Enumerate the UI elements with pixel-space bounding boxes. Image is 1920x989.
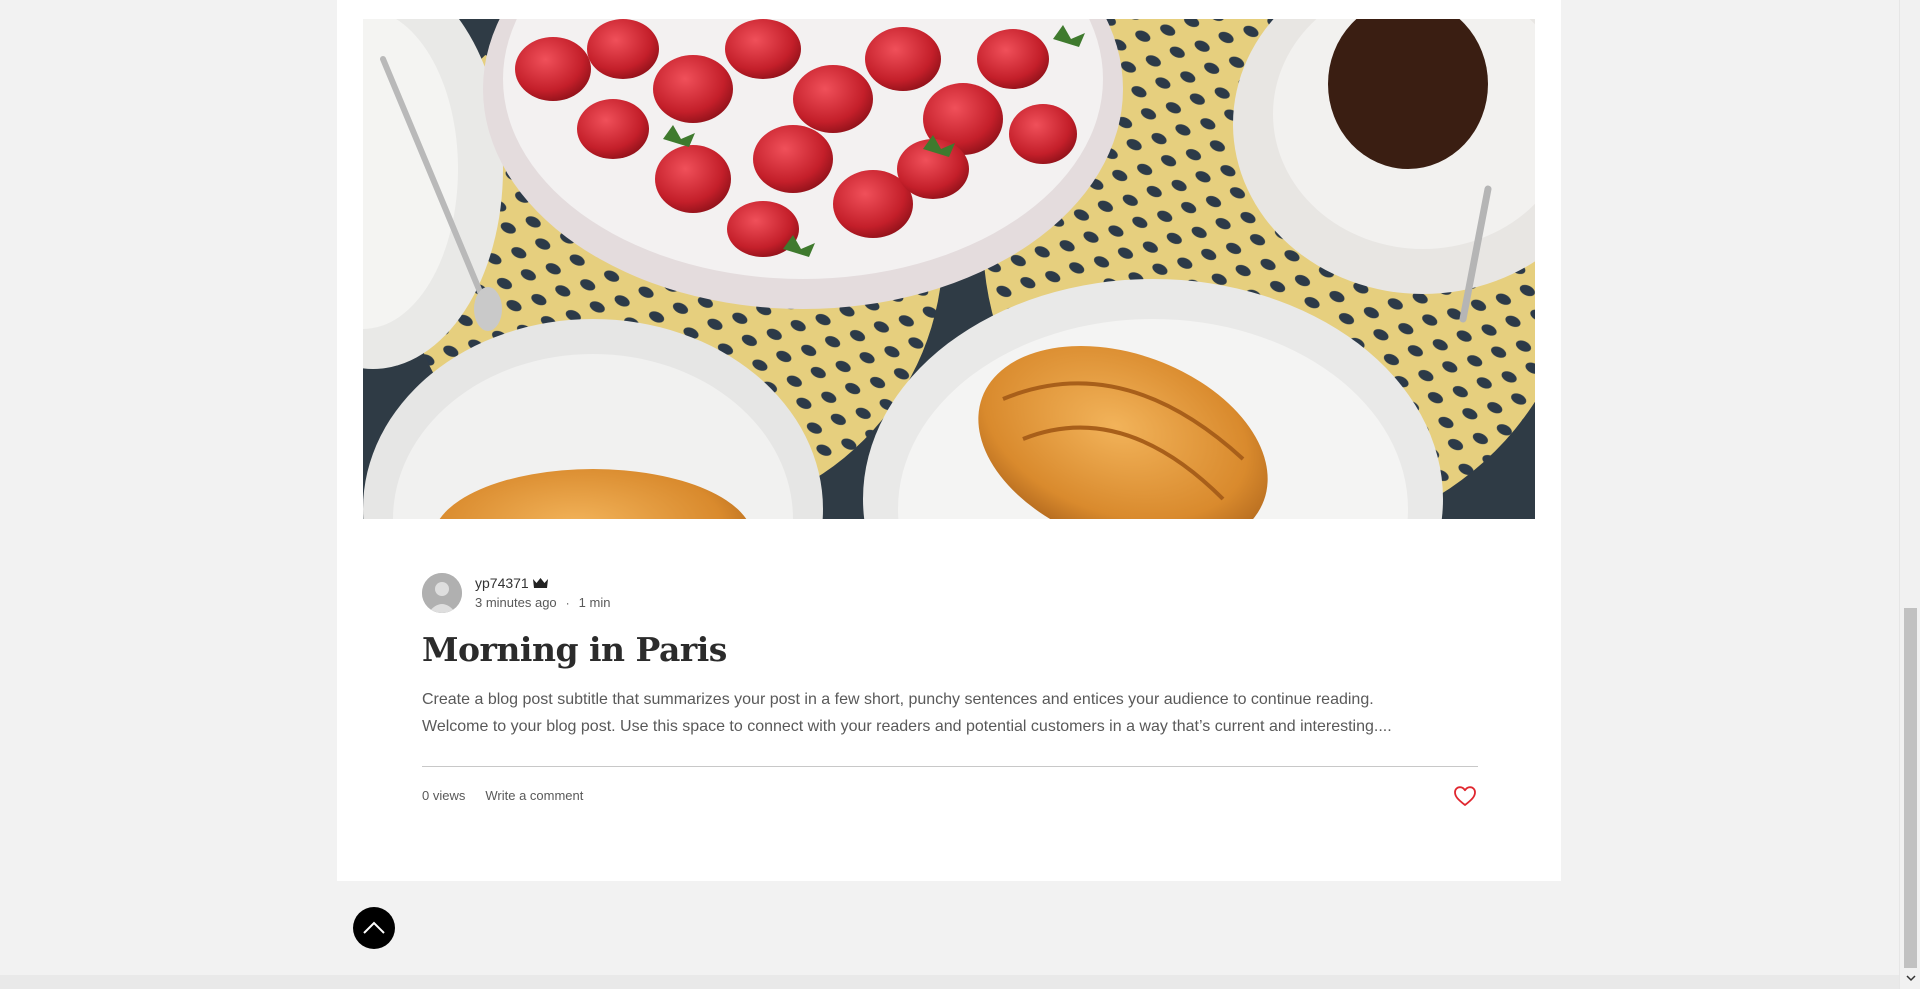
post-cover-image[interactable] [363, 19, 1535, 519]
post-time: 3 minutes ago [475, 595, 557, 610]
scrollbar-thumb[interactable] [1904, 608, 1917, 968]
author-info: yp74371 3 minutes ago · 1 min [475, 574, 610, 612]
excerpt-line: Create a blog post subtitle that summari… [422, 691, 1374, 708]
post-stats: 0 views Write a comment [422, 788, 583, 803]
write-comment-link[interactable]: Write a comment [485, 788, 583, 803]
vertical-scrollbar[interactable] [1899, 0, 1920, 989]
heart-icon [1454, 786, 1476, 806]
post-excerpt[interactable]: Create a blog post subtitle that summari… [422, 686, 1482, 740]
crown-icon [532, 577, 549, 589]
post-card: yp74371 3 minutes ago · 1 min Morning in… [337, 0, 1561, 881]
chevron-up-icon [363, 921, 385, 934]
scroll-down-button[interactable] [1900, 969, 1920, 987]
post-meta: yp74371 3 minutes ago · 1 min [422, 573, 610, 613]
author-avatar[interactable] [422, 573, 462, 613]
back-to-top-button[interactable] [353, 907, 395, 949]
excerpt-line: Welcome to your blog post. Use this spac… [422, 718, 1392, 735]
post-divider [422, 766, 1478, 767]
author-name[interactable]: yp74371 [475, 574, 529, 592]
post-title[interactable]: Morning in Paris [422, 628, 727, 672]
view-count: 0 views [422, 788, 466, 803]
meta-separator: · [565, 596, 570, 610]
blog-page: yp74371 3 minutes ago · 1 min Morning in… [0, 0, 1920, 989]
like-button[interactable] [1453, 785, 1477, 807]
horizontal-scroll-track [0, 975, 1899, 989]
breakfast-photo [363, 19, 1535, 519]
chevron-down-icon [1905, 974, 1916, 981]
read-time: 1 min [578, 595, 611, 610]
person-icon [422, 573, 462, 613]
